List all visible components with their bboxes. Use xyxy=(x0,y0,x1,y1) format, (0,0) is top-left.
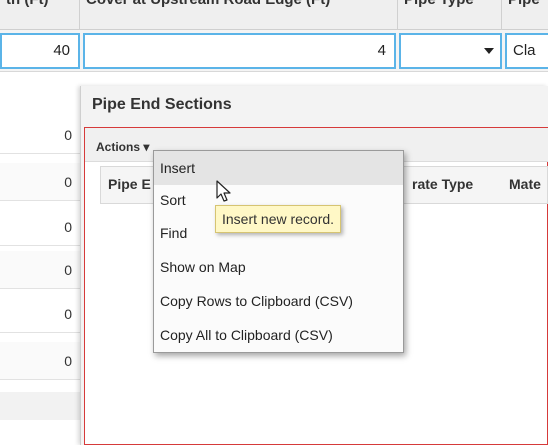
column-header-material[interactable]: Mate xyxy=(509,176,541,192)
list-item: 0 xyxy=(0,342,80,380)
column-header-next[interactable]: Pipe xyxy=(502,0,548,30)
tooltip: Insert new record. xyxy=(215,205,342,233)
list-item: 0 xyxy=(0,251,80,289)
list-item: 0 xyxy=(0,163,80,201)
pipe-type-select[interactable] xyxy=(399,33,502,69)
list-item: 0 xyxy=(0,208,80,246)
panel-title: Pipe End Sections xyxy=(92,96,232,113)
column-header-pipe-end[interactable]: Pipe E xyxy=(108,176,151,192)
column-header-pipe-type[interactable]: Pipe Type xyxy=(398,0,502,30)
column-header-cover[interactable]: Cover at Upstream Road Edge (Ft) xyxy=(80,0,398,30)
length-input[interactable]: 40 xyxy=(0,33,80,69)
cover-input[interactable]: 4 xyxy=(83,33,396,69)
actions-menu-button[interactable]: Actions ▾ xyxy=(96,140,149,154)
mouse-cursor-icon xyxy=(216,180,231,202)
menu-item-copy-rows-csv[interactable]: Copy Rows to Clipboard (CSV) xyxy=(154,284,403,318)
list-item: 0 xyxy=(0,295,80,333)
column-header-grate-type[interactable]: rate Type xyxy=(412,176,473,192)
column-header-length[interactable]: th (Ft) xyxy=(0,0,80,30)
next-input[interactable]: Cla xyxy=(505,33,548,69)
left-row-filler xyxy=(0,392,80,420)
menu-item-show-on-map[interactable]: Show on Map xyxy=(154,250,403,284)
dropdown-arrow-icon xyxy=(484,48,494,54)
menu-item-insert[interactable]: Insert xyxy=(154,151,403,185)
menu-item-copy-all-csv[interactable]: Copy All to Clipboard (CSV) xyxy=(154,318,403,352)
list-item: 0 xyxy=(0,116,80,154)
